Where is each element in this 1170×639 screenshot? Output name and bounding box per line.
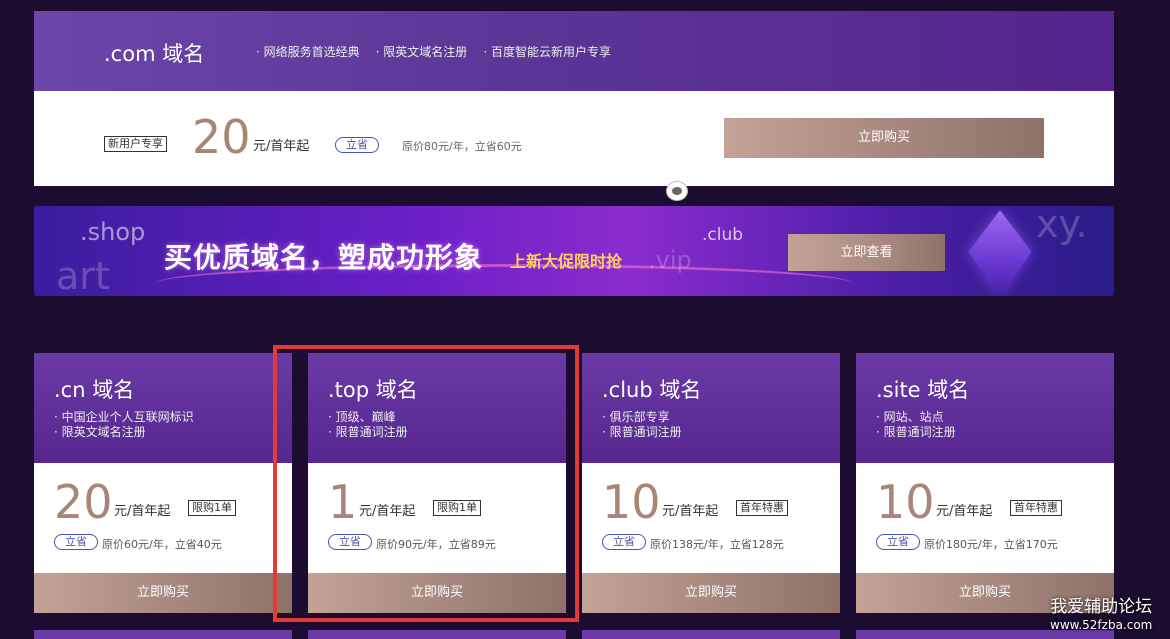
feature-item: 限普通词注册 [876, 425, 956, 440]
limit-tag: 首年特惠 [1010, 500, 1062, 516]
limit-tag: 首年特惠 [736, 500, 788, 516]
card-features: 俱乐部专享 限普通词注册 [602, 410, 682, 440]
save-badge: 立省 [54, 534, 98, 550]
buy-now-button[interactable]: 立即购买 [724, 118, 1044, 158]
price-value: 20 [192, 110, 251, 164]
price-value: 10 [876, 475, 935, 529]
limit-tag: 限购1单 [188, 500, 236, 516]
banner-watermark-vip: .vip [648, 246, 692, 274]
card-title: .club 域名 [602, 378, 702, 402]
price-value: 10 [602, 475, 661, 529]
com-domain-body: 新用户专享 20 元/首年起 立省 原价80元/年，立省60元 立即购买 [34, 91, 1114, 186]
com-domain-title: .com 域名 [104, 42, 205, 66]
save-badge: 立省 [602, 534, 646, 550]
original-price: 原价138元/年，立省128元 [650, 538, 784, 551]
buy-now-button[interactable]: 立即购买 [34, 573, 292, 613]
club-domain-card: .club 域名 俱乐部专享 限普通词注册 10 元/首年起 首年特惠 立省 原… [582, 353, 840, 613]
new-user-tag: 新用户专享 [104, 136, 167, 152]
watermark-line1: 我爱辅助论坛 [1050, 597, 1153, 617]
promo-banner[interactable]: .shop art .vip .club xy. 买优质域名，塑成功形象 上新大… [34, 206, 1114, 296]
price-unit: 元/首年起 [662, 504, 719, 519]
watermark-line2: www.52fzba.com [1050, 618, 1153, 632]
feature-item: 限英文域名注册 [54, 425, 194, 440]
original-price: 原价60元/年，立省40元 [102, 538, 222, 551]
card-title: .cn 域名 [54, 378, 135, 402]
feature-item: 俱乐部专享 [602, 410, 682, 425]
banner-watermark-club: .club [702, 225, 744, 245]
banner-subtitle: 上新大促限时抢 [510, 252, 623, 271]
feature-item: 限英文域名注册 [376, 43, 467, 60]
price-value: 20 [54, 475, 113, 529]
page: .com 域名 网络服务首选经典 限英文域名注册 百度智能云新用户专享 新用户专… [0, 0, 1170, 639]
card-body: 10 元/首年起 首年特惠 立省 原价180元/年，立省170元 [856, 463, 1114, 573]
highlight-box [273, 345, 579, 622]
view-now-button[interactable]: 立即查看 [788, 234, 945, 271]
card-features: 中国企业个人互联网标识 限英文域名注册 [54, 410, 194, 440]
price-unit: 元/首年起 [253, 139, 310, 154]
save-badge: 立省 [335, 137, 379, 153]
card-header: .club 域名 俱乐部专享 限普通词注册 [582, 353, 840, 463]
banner-title: 买优质域名，塑成功形象 [164, 241, 484, 274]
original-price: 原价180元/年，立省170元 [924, 538, 1058, 551]
save-badge: 立省 [876, 534, 920, 550]
cube-icon [968, 210, 1032, 294]
feature-item: 网站、站点 [876, 410, 956, 425]
feature-item: 百度智能云新用户专享 [483, 43, 611, 60]
card-body: 10 元/首年起 首年特惠 立省 原价138元/年，立省128元 [582, 463, 840, 573]
next-row-card [34, 630, 292, 639]
banner-watermark-art: art [56, 254, 110, 296]
chat-bubble-icon[interactable] [666, 181, 688, 201]
price-unit: 元/首年起 [114, 504, 171, 519]
feature-item: 限普通词注册 [602, 425, 682, 440]
card-body: 20 元/首年起 限购1单 立省 原价60元/年，立省40元 [34, 463, 292, 573]
next-row-card [582, 630, 840, 639]
feature-item: 网络服务首选经典 [256, 43, 360, 60]
com-domain-header: .com 域名 网络服务首选经典 限英文域名注册 百度智能云新用户专享 [34, 11, 1114, 91]
buy-now-button[interactable]: 立即购买 [582, 573, 840, 613]
card-header: .site 域名 网站、站点 限普通词注册 [856, 353, 1114, 463]
banner-watermark-shop: .shop [80, 218, 146, 246]
original-price: 原价80元/年，立省60元 [402, 140, 522, 153]
site-watermark: 我爱辅助论坛 www.52fzba.com [1050, 592, 1152, 632]
card-header: .cn 域名 中国企业个人互联网标识 限英文域名注册 [34, 353, 292, 463]
price-unit: 元/首年起 [936, 504, 993, 519]
banner-watermark-xy: xy. [1036, 206, 1088, 246]
com-domain-features: 网络服务首选经典 限英文域名注册 百度智能云新用户专享 [256, 43, 611, 60]
card-features: 网站、站点 限普通词注册 [876, 410, 956, 440]
site-domain-card: .site 域名 网站、站点 限普通词注册 10 元/首年起 首年特惠 立省 原… [856, 353, 1114, 613]
com-domain-card: .com 域名 网络服务首选经典 限英文域名注册 百度智能云新用户专享 新用户专… [34, 11, 1114, 186]
cn-domain-card: .cn 域名 中国企业个人互联网标识 限英文域名注册 20 元/首年起 限购1单… [34, 353, 292, 613]
card-title: .site 域名 [876, 378, 970, 402]
feature-item: 中国企业个人互联网标识 [54, 410, 194, 425]
next-row-card [308, 630, 566, 639]
